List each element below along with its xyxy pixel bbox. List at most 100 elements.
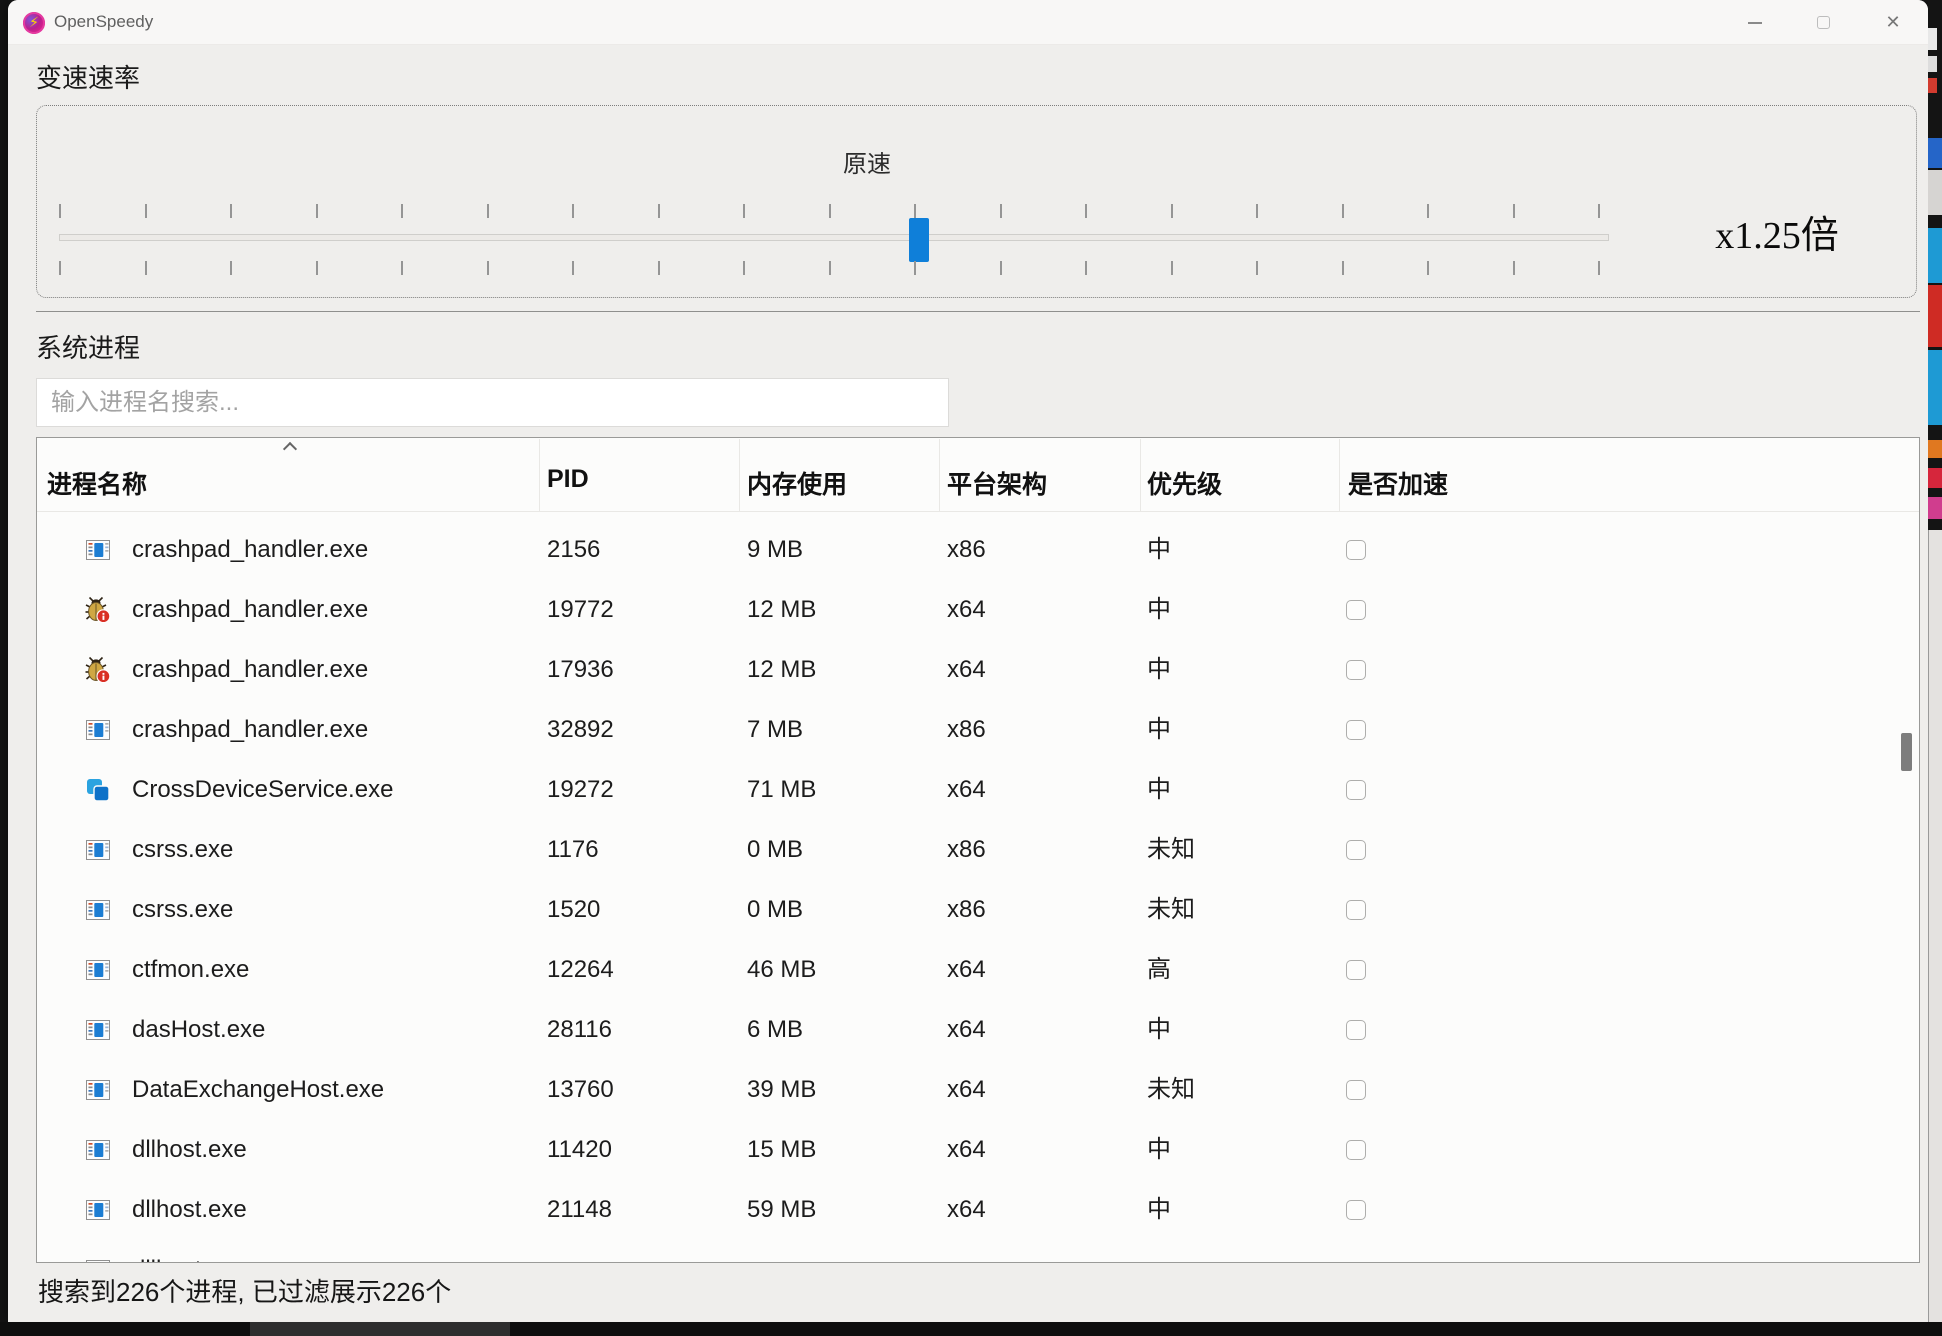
slider-tick	[230, 204, 232, 218]
app-window-icon	[84, 956, 112, 984]
table-row[interactable]: csrss.exe11760 MBx86未知	[37, 820, 1919, 880]
accelerate-checkbox[interactable]	[1346, 900, 1366, 920]
table-row[interactable]: crashpad_handler.exe1977212 MBx64中	[37, 580, 1919, 640]
process-priority: 中	[1147, 520, 1171, 580]
taskbar-strip	[0, 1322, 1942, 1336]
accelerate-checkbox[interactable]	[1346, 960, 1366, 980]
process-arch: x64	[947, 1180, 986, 1240]
table-row[interactable]: dasHost.exe281166 MBx64中	[37, 1000, 1919, 1060]
accelerate-checkbox[interactable]	[1346, 1080, 1366, 1100]
process-name: DataExchangeHost.exe	[132, 1060, 384, 1120]
background-window-sliver	[1928, 0, 1942, 1336]
table-row[interactable]: dllhost.exe2114859 MBx64中	[37, 1180, 1919, 1240]
process-pid: 21148	[547, 1180, 612, 1240]
status-text: 搜索到226个进程, 已过滤展示226个	[38, 1272, 451, 1309]
process-priority: 中	[1147, 760, 1171, 820]
table-row[interactable]: DataExchangeHost.exe1376039 MBx64未知	[37, 1060, 1919, 1120]
accelerate-checkbox[interactable]	[1346, 540, 1366, 560]
openspeedy-window: ⚡ OpenSpeedy ✕ 变速速率 原速 x1.25倍 系统进程 进程名称P…	[8, 0, 1928, 1322]
scroll-up-icon	[283, 442, 297, 456]
slider-tick	[59, 204, 61, 218]
speed-slider-handle[interactable]	[909, 218, 929, 262]
table-row[interactable]: crashpad_handler.exe21569 MBx86中	[37, 520, 1919, 580]
process-arch: x86	[947, 880, 986, 940]
accelerate-checkbox[interactable]	[1346, 600, 1366, 620]
process-arch: x64	[947, 640, 986, 700]
column-header-arch[interactable]: 平台架构	[947, 465, 1047, 501]
accelerate-checkbox[interactable]	[1346, 1020, 1366, 1040]
column-header-accel[interactable]: 是否加速	[1348, 465, 1448, 501]
speed-section-heading: 变速速率	[36, 58, 140, 95]
table-row[interactable]: dllhost.exe1142015 MBx64中	[37, 1120, 1919, 1180]
process-memory: 46 MB	[747, 940, 816, 1000]
process-memory: 0 MB	[747, 880, 803, 940]
slider-tick	[1171, 261, 1173, 275]
screen: ⚡ OpenSpeedy ✕ 变速速率 原速 x1.25倍 系统进程 进程名称P…	[0, 0, 1942, 1336]
column-header-priority[interactable]: 优先级	[1147, 465, 1222, 501]
close-button[interactable]: ✕	[1865, 0, 1921, 45]
column-separator	[539, 439, 540, 511]
slider-tick	[1000, 261, 1002, 275]
app-window-icon	[84, 716, 112, 744]
process-arch: x86	[947, 820, 986, 880]
table-rows: crashpad_handler.exe21569 MBx86中 crashpa…	[37, 511, 1919, 1263]
table-row[interactable]: crashpad_handler.exe1793612 MBx64中	[37, 640, 1919, 700]
accelerate-checkbox[interactable]	[1346, 840, 1366, 860]
process-section-heading: 系统进程	[36, 328, 140, 365]
process-memory: 39 MB	[747, 1060, 816, 1120]
bug-error-icon	[84, 656, 112, 684]
process-priority: 中	[1147, 1180, 1171, 1240]
process-memory: 71 MB	[747, 760, 816, 820]
process-priority: 中	[1147, 640, 1171, 700]
app-window-icon	[84, 1076, 112, 1104]
accelerate-checkbox[interactable]	[1346, 720, 1366, 740]
process-name: CrossDeviceService.exe	[132, 760, 393, 820]
cross-device-icon	[84, 776, 112, 804]
process-name: dasHost.exe	[132, 1000, 265, 1060]
slider-tick	[1342, 261, 1344, 275]
process-name: csrss.exe	[132, 820, 233, 880]
column-header-mem[interactable]: 内存使用	[747, 465, 847, 501]
app-window-icon	[84, 1136, 112, 1164]
process-pid: 1520	[547, 880, 600, 940]
accelerate-checkbox[interactable]	[1346, 780, 1366, 800]
table-row[interactable]: csrss.exe15200 MBx86未知	[37, 880, 1919, 940]
maximize-button[interactable]	[1795, 0, 1851, 45]
slider-tick	[743, 261, 745, 275]
titlebar: ⚡ OpenSpeedy ✕	[8, 0, 1928, 45]
slider-tick	[1513, 204, 1515, 218]
slider-ticks-top	[59, 204, 1619, 218]
accelerate-checkbox[interactable]	[1346, 1140, 1366, 1160]
accelerate-checkbox[interactable]	[1346, 1200, 1366, 1220]
process-pid: 32892	[547, 700, 614, 760]
process-arch: x86	[947, 700, 986, 760]
speed-slider-track[interactable]	[59, 234, 1609, 241]
app-window-icon	[84, 1016, 112, 1044]
column-header-name[interactable]: 进程名称	[47, 465, 147, 501]
process-arch: x64	[947, 940, 986, 1000]
app-window-icon	[84, 536, 112, 564]
search-input[interactable]	[36, 378, 949, 427]
process-memory: 15 MB	[747, 1120, 816, 1180]
app-window-icon	[84, 896, 112, 924]
process-memory: 7 MB	[747, 700, 803, 760]
process-arch: x64	[947, 1120, 986, 1180]
column-separator	[939, 439, 940, 511]
close-icon: ✕	[1885, 12, 1900, 33]
accelerate-checkbox[interactable]	[1346, 660, 1366, 680]
table-row[interactable]: ctfmon.exe1226446 MBx64高	[37, 940, 1919, 1000]
slider-tick	[1171, 204, 1173, 218]
vertical-scrollbar-thumb[interactable]	[1901, 733, 1912, 771]
process-memory: 6 MB	[747, 1000, 803, 1060]
table-row[interactable]: dllhost.exe	[37, 1240, 1919, 1263]
slider-tick	[59, 261, 61, 275]
process-priority: 中	[1147, 700, 1171, 760]
slider-tick	[1598, 204, 1600, 218]
slider-tick	[230, 261, 232, 275]
minimize-button[interactable]	[1727, 0, 1783, 45]
column-header-pid[interactable]: PID	[547, 465, 589, 494]
table-row[interactable]: CrossDeviceService.exe1927271 MBx64中	[37, 760, 1919, 820]
slider-tick	[401, 261, 403, 275]
process-name: crashpad_handler.exe	[132, 700, 368, 760]
table-row[interactable]: crashpad_handler.exe 32892 7 MB x86 中	[37, 700, 1919, 760]
